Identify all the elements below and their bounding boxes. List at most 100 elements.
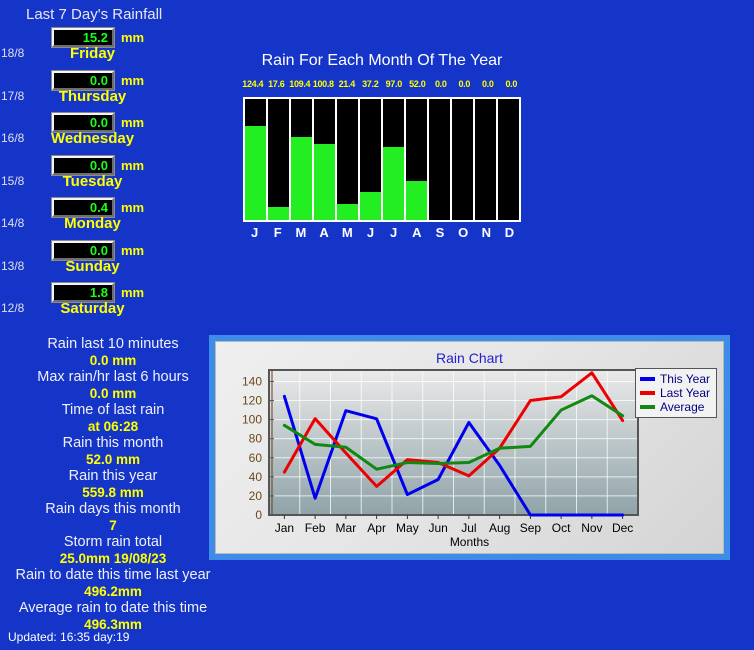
xaxis-tick-label: Apr — [367, 521, 386, 535]
monthly-bar-fill — [337, 203, 358, 220]
monthly-bar-cell — [245, 99, 266, 220]
monthly-bar-fill — [383, 146, 404, 220]
page-title: Last 7 Day's Rainfall — [26, 6, 163, 23]
monthly-bar-cell — [268, 99, 289, 220]
monthly-value-labels: 124.4 17.6 109.4 100.8 21.4 37.2 97.0 52.0 0.0 0.… — [241, 79, 523, 89]
monthly-axis-label: A — [412, 225, 422, 240]
day-name-label: Tuesday — [62, 172, 123, 190]
legend-item: This Year — [639, 372, 710, 386]
monthly-bar-cell — [429, 99, 450, 220]
rain-statistics-list: Rain last 10 minutes 0.0 mm Max rain/hr la… — [0, 336, 226, 633]
legend-color-swatch — [639, 391, 655, 395]
monthly-value-label: 37.2 — [362, 79, 379, 89]
legend-label: Average — [659, 400, 705, 414]
monthly-axis-label: M — [295, 225, 307, 240]
rain-chart-xaxis-label: Months — [449, 535, 490, 549]
stat-label: Rain this month — [62, 435, 164, 451]
monthly-bar-cell — [406, 99, 427, 220]
monthly-value-label: 0.0 — [434, 79, 447, 89]
monthly-bar-cell — [314, 99, 335, 220]
rain-chart-inner: Rain Chart 0 20 40 60 80 100 120 140 Jan Feb Mar Ap… — [215, 341, 724, 554]
monthly-axis-label: F — [273, 225, 282, 240]
legend-color-swatch — [639, 377, 655, 381]
monthly-axis-label: S — [435, 225, 445, 240]
stat-label: Rain to date this time last year — [15, 567, 211, 583]
xaxis-tick-label: Jun — [428, 521, 447, 535]
xaxis-tick-label: Sep — [520, 521, 542, 535]
monthly-bar-cell — [452, 99, 473, 220]
monthly-bar-cell — [383, 99, 404, 220]
unit-label: mm — [121, 200, 145, 215]
monthly-bar-cell — [475, 99, 496, 220]
day-rainfall-value: 0.0 — [89, 157, 108, 173]
stat-value: 0.0 mm — [89, 386, 137, 401]
day-rainfall-value: 1.8 — [89, 285, 108, 300]
yaxis-tick-label: 60 — [249, 451, 263, 465]
day-name-label: Thursday — [58, 87, 127, 105]
legend-item: Last Year — [639, 386, 710, 400]
stat-label: Time of last rain — [61, 402, 165, 418]
monthly-bar-fill — [360, 191, 381, 220]
monthly-bar-fill — [406, 180, 427, 220]
monthly-value-label: 21.4 — [338, 79, 356, 89]
stat-value: 496.2mm — [84, 584, 142, 599]
unit-label: mm — [121, 115, 145, 130]
monthly-value-label: 100.8 — [312, 79, 334, 89]
unit-label: mm — [121, 242, 145, 258]
stat-label: Average rain to date this time — [18, 600, 208, 616]
monthly-value-label: 109.4 — [289, 79, 311, 89]
yaxis-tick-label: 40 — [249, 470, 263, 484]
monthly-value-label: 52.0 — [409, 79, 426, 89]
stat-value: 559.8 mm — [82, 485, 144, 500]
unit-label: mm — [121, 72, 145, 88]
stat-label: Rain this year — [68, 468, 158, 484]
day-rainfall-row: 13/8 0.0 mm Sunday — [0, 239, 212, 284]
monthly-axis-label: D — [504, 225, 515, 240]
unit-label: mm — [121, 157, 145, 173]
legend-color-swatch — [639, 405, 655, 409]
yaxis-tick-label: 20 — [249, 489, 263, 503]
stat-value: 0.0 mm — [89, 353, 137, 368]
rain-chart-legend: This Year Last Year Average — [634, 368, 717, 418]
yaxis-tick-label: 80 — [249, 432, 263, 446]
monthly-value-label: 124.4 — [242, 79, 264, 89]
monthly-bar-plot-area — [243, 97, 521, 222]
monthly-axis-label: A — [319, 225, 329, 240]
stat-value: 25.0mm 19/08/23 — [59, 551, 167, 566]
monthly-bar-cell — [360, 99, 381, 220]
xaxis-tick-label: May — [396, 521, 419, 535]
monthly-axis-label: J — [366, 225, 375, 240]
monthly-value-label: 0.0 — [481, 79, 494, 89]
day-rainfall-row: 12/8 1.8 mm Saturday — [0, 282, 212, 326]
monthly-chart-title: Rain For Each Month Of The Year — [261, 52, 503, 69]
day-rainfall-row: 18/8 15.2 mm Friday — [0, 27, 212, 71]
xaxis-tick-label: Dec — [612, 521, 633, 535]
monthly-bar-fill — [268, 206, 289, 220]
legend-item: Average — [639, 400, 710, 414]
xaxis-tick-label: Nov — [581, 521, 602, 535]
legend-label: Last Year — [659, 386, 710, 400]
day-name-label: Friday — [69, 45, 115, 62]
day-rainfall-value: 0.0 — [89, 115, 108, 130]
day-rainfall-row: 16/8 0.0 mm Wednesday — [0, 112, 212, 156]
day-rainfall-value: 15.2 — [82, 30, 108, 45]
day-rainfall-row: 17/8 0.0 mm Thursday — [0, 69, 212, 114]
monthly-rain-bar-chart: Rain For Each Month Of The Year 124.4 17.… — [237, 52, 527, 242]
xaxis-tick-label: Mar — [336, 521, 357, 535]
monthly-value-label: 0.0 — [505, 79, 518, 89]
monthly-axis-label: O — [458, 225, 469, 240]
monthly-value-label: 17.6 — [268, 79, 285, 89]
yaxis-tick-label: 120 — [242, 394, 262, 408]
monthly-value-label: 0.0 — [458, 79, 471, 89]
monthly-bar-cell — [498, 99, 519, 220]
monthly-bar-fill — [245, 125, 266, 220]
stat-label: Storm rain total — [63, 534, 163, 550]
day-rainfall-row: 14/8 0.4 mm Monday — [0, 197, 212, 241]
stat-label: Rain last 10 minutes — [47, 336, 179, 352]
monthly-bar-fill — [314, 143, 335, 220]
yaxis-tick-label: 0 — [255, 508, 262, 522]
day-name-label: Saturday — [60, 300, 125, 317]
monthly-bar-cell — [337, 99, 358, 220]
day-name-label: Wednesday — [50, 130, 135, 147]
legend-label: This Year — [659, 372, 710, 386]
